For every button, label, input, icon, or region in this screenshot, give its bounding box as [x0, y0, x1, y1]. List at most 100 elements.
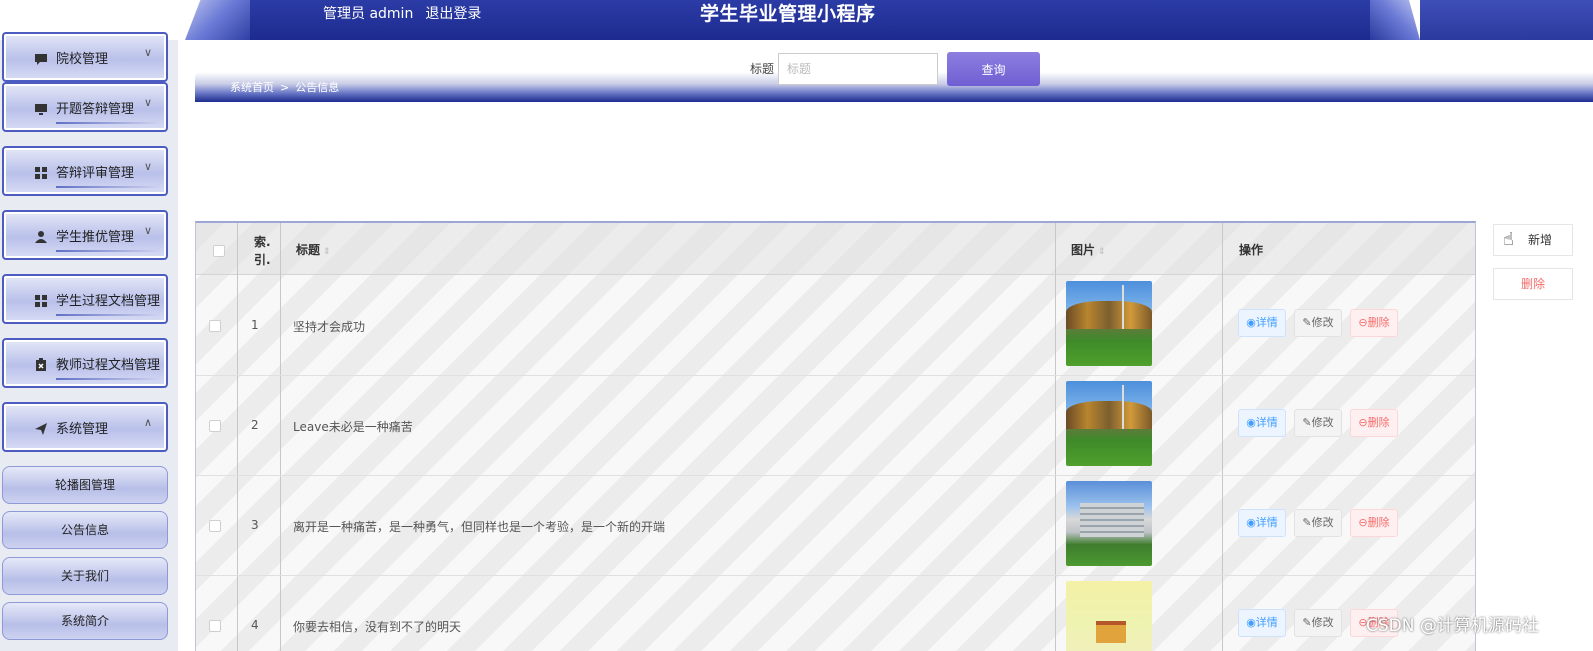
- table-row: 2 Leave未必是一种痛苦 ◉详情 ✎修改 ⊖删除: [196, 376, 1475, 476]
- edit-button[interactable]: ✎修改: [1294, 609, 1342, 637]
- detail-button[interactable]: ◉详情: [1238, 409, 1286, 437]
- sidebar: 院校管理 ∨ 开题答辩管理 ∨ 答辩评审管理 ∨ 学生推优管理 ∨ 学生过程文档…: [0, 32, 178, 651]
- chevron-up-icon: ∧: [143, 416, 152, 429]
- eye-icon: ◉: [1246, 316, 1256, 329]
- sidebar-item-review[interactable]: 答辩评审管理 ∨: [2, 146, 168, 196]
- eye-icon: ◉: [1246, 516, 1256, 529]
- row-checkbox[interactable]: [209, 620, 221, 632]
- delete-button[interactable]: ⊖删除: [1350, 509, 1398, 537]
- header-right-block: [1420, 0, 1593, 40]
- row-index: 2: [251, 418, 259, 432]
- sidebar-item-system[interactable]: 系统管理 ∧: [2, 402, 168, 452]
- delete-button[interactable]: ⊖删除: [1350, 409, 1398, 437]
- header-index: 索.引.: [254, 235, 271, 267]
- minus-circle-icon: ⊖: [1358, 416, 1368, 429]
- edit-button[interactable]: ✎修改: [1294, 409, 1342, 437]
- row-title: 你要去相信，没有到不了的明天: [293, 620, 462, 634]
- header-title[interactable]: 标题 ⇕: [296, 241, 331, 258]
- detail-button[interactable]: ◉详情: [1238, 309, 1286, 337]
- search-button[interactable]: 查询: [947, 52, 1040, 86]
- chevron-down-icon: ∨: [143, 96, 152, 109]
- top-bar: 管理员 admin 退出登录 学生毕业管理小程序: [0, 0, 1593, 40]
- table-header: 索.引. 标题 ⇕ 图片 ⇕ 操作: [196, 223, 1475, 275]
- header-image[interactable]: 图片 ⇕: [1071, 241, 1106, 258]
- add-label: 新增: [1527, 233, 1552, 247]
- edit-button[interactable]: ✎修改: [1294, 309, 1342, 337]
- sidebar-item-recommend[interactable]: 学生推优管理 ∨: [2, 210, 168, 260]
- row-title: Leave未必是一种痛苦: [293, 420, 413, 434]
- submenu-system-intro[interactable]: 系统简介: [2, 602, 168, 640]
- thumbnail-pole: [1122, 285, 1124, 329]
- breadcrumb-separator: >: [280, 81, 290, 94]
- table-row: 4 你要去相信，没有到不了的明天 ◉详情 ✎修改 ⊖删除: [196, 576, 1475, 651]
- submenu-carousel[interactable]: 轮播图管理: [2, 466, 168, 504]
- delete-label: 删除: [1367, 516, 1390, 529]
- sidebar-item-label: 院校管理: [56, 52, 109, 67]
- detail-label: 详情: [1255, 416, 1278, 429]
- header-right-bevel: [1370, 0, 1420, 40]
- detail-button[interactable]: ◉详情: [1238, 609, 1286, 637]
- thumbnail-pole: [1122, 385, 1124, 429]
- breadcrumb-home[interactable]: 系统首页: [230, 81, 274, 94]
- edit-button[interactable]: ✎修改: [1294, 509, 1342, 537]
- row-thumbnail[interactable]: [1066, 581, 1152, 651]
- row-thumbnail[interactable]: [1066, 481, 1152, 566]
- submenu-announcements[interactable]: 公告信息: [2, 511, 168, 549]
- row-checkbox[interactable]: [209, 320, 221, 332]
- row-index: 4: [251, 618, 259, 632]
- row-title: 离开是一种痛苦，是一种勇气，但同样也是一个考验，是一个新的开端: [293, 520, 666, 534]
- app-title: 学生毕业管理小程序: [700, 3, 876, 25]
- delete-button[interactable]: ⊖删除: [1350, 309, 1398, 337]
- search-input[interactable]: [778, 53, 938, 85]
- batch-delete-button[interactable]: 删除: [1493, 268, 1573, 300]
- announcement-table: 索.引. 标题 ⇕ 图片 ⇕ 操作 1 坚持才会成功 ◉详情 ✎修改 ⊖删除 2 L…: [195, 221, 1476, 651]
- row-index: 1: [251, 318, 259, 332]
- edit-label: 修改: [1311, 316, 1334, 329]
- submenu-about-us[interactable]: 关于我们: [2, 557, 168, 595]
- watermark: CSDN @计算机源码社: [1366, 616, 1539, 636]
- pencil-icon: ✎: [1302, 516, 1312, 529]
- sidebar-item-teacher-docs[interactable]: 教师过程文档管理: [2, 338, 168, 388]
- pencil-icon: ✎: [1302, 416, 1312, 429]
- sidebar-item-label: 开题答辩管理: [56, 102, 135, 117]
- sort-icon: ⇕: [323, 247, 331, 257]
- eye-icon: ◉: [1246, 616, 1256, 629]
- send-icon: [34, 421, 48, 435]
- sidebar-item-label: 学生推优管理: [56, 230, 135, 245]
- menu-decoration: [56, 186, 162, 188]
- sidebar-item-schools[interactable]: 院校管理 ∨: [2, 32, 168, 82]
- row-checkbox[interactable]: [209, 420, 221, 432]
- edit-label: 修改: [1311, 616, 1334, 629]
- sidebar-item-label: 学生过程文档管理: [56, 294, 161, 309]
- edit-label: 修改: [1311, 416, 1334, 429]
- select-all-checkbox[interactable]: [213, 245, 225, 257]
- minus-circle-icon: ⊖: [1358, 516, 1368, 529]
- table-row: 3 离开是一种痛苦，是一种勇气，但同样也是一个考验，是一个新的开端 ◉详情 ✎修…: [196, 476, 1475, 576]
- row-index: 3: [251, 518, 259, 532]
- sidebar-item-label: 教师过程文档管理: [56, 358, 161, 373]
- chevron-down-icon: ∨: [143, 46, 152, 59]
- grid-icon: [34, 165, 48, 179]
- detail-label: 详情: [1255, 616, 1278, 629]
- detail-label: 详情: [1255, 316, 1278, 329]
- user-label: 管理员 admin: [323, 6, 414, 22]
- comment-icon: [34, 51, 48, 65]
- sidebar-item-proposal[interactable]: 开题答辩管理 ∨: [2, 82, 168, 132]
- header-actions: 操作: [1239, 243, 1264, 257]
- row-thumbnail[interactable]: [1066, 381, 1152, 466]
- search-label: 标题: [750, 62, 775, 76]
- header-image-label: 图片: [1071, 243, 1096, 257]
- delete-label: 删除: [1367, 316, 1390, 329]
- edit-label: 修改: [1311, 516, 1334, 529]
- row-thumbnail[interactable]: [1066, 281, 1152, 366]
- thumbnail-building: [1080, 503, 1144, 537]
- sidebar-item-student-docs[interactable]: 学生过程文档管理: [2, 274, 168, 324]
- table-row: 1 坚持才会成功 ◉详情 ✎修改 ⊖删除: [196, 276, 1475, 376]
- menu-decoration: [56, 250, 162, 252]
- logout-link[interactable]: 退出登录: [425, 6, 481, 22]
- row-checkbox[interactable]: [209, 520, 221, 532]
- user-info: 管理员 admin 退出登录: [323, 4, 493, 24]
- detail-button[interactable]: ◉详情: [1238, 509, 1286, 537]
- menu-decoration: [56, 122, 162, 124]
- hand-cursor-icon: ☝: [1503, 229, 1514, 250]
